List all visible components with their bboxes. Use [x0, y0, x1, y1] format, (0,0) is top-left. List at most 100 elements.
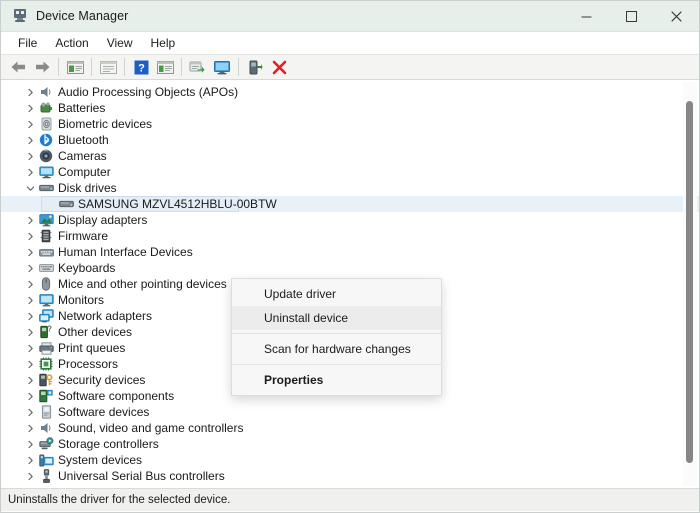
tree-item-human-interface-devices[interactable]: Human Interface Devices	[1, 244, 699, 260]
uninstall-device-button[interactable]	[267, 56, 291, 78]
chevron-down-icon[interactable]	[23, 184, 37, 193]
tree-item-audio-processing-objects-apos[interactable]: Audio Processing Objects (APOs)	[1, 84, 699, 100]
menu-view[interactable]: View	[98, 34, 142, 53]
enable-device-button[interactable]	[243, 56, 267, 78]
back-button[interactable]	[6, 56, 30, 78]
tree-item-bluetooth[interactable]: Bluetooth	[1, 132, 699, 148]
device-manager-window: Device Manager File Action View Help ? A…	[0, 0, 700, 513]
chevron-right-icon[interactable]	[23, 424, 37, 433]
chevron-right-icon[interactable]	[23, 152, 37, 161]
tree-item-disk-drives[interactable]: Disk drives	[1, 180, 699, 196]
disk-drive-icon	[57, 196, 75, 212]
chevron-right-icon[interactable]	[23, 136, 37, 145]
chevron-right-icon[interactable]	[23, 440, 37, 449]
chevron-right-icon[interactable]	[23, 248, 37, 257]
tree-item-label: Universal Serial Bus controllers	[58, 469, 225, 483]
tree-item-display-adapters[interactable]: Display adapters	[1, 212, 699, 228]
menu-file[interactable]: File	[9, 34, 46, 53]
computer-icon	[37, 164, 55, 180]
chevron-right-icon[interactable]	[23, 168, 37, 177]
tree-item-label: Print queues	[58, 341, 126, 355]
svg-text:?: ?	[47, 325, 52, 333]
toolbar-separator	[58, 58, 59, 76]
tree-item-software-devices[interactable]: Software devices	[1, 404, 699, 420]
vertical-scrollbar[interactable]	[683, 82, 697, 486]
scan-hardware-changes-button[interactable]	[210, 56, 234, 78]
fingerprint-icon	[37, 116, 55, 132]
hid-icon	[37, 244, 55, 260]
tree-item-label: Processors	[58, 357, 119, 371]
tree-item-samsung-mzvl4512hblu-00btw[interactable]: SAMSUNG MZVL4512HBLU-00BTW	[1, 196, 699, 212]
question-mark-icon: ?	[134, 60, 148, 74]
forward-button[interactable]	[30, 56, 54, 78]
update-driver-icon	[189, 61, 205, 73]
chevron-right-icon[interactable]	[23, 104, 37, 113]
context-menu-separator	[232, 364, 441, 365]
toolbar-separator	[124, 58, 125, 76]
tree-item-label: Software devices	[58, 405, 150, 419]
show-hide-console-tree-button[interactable]	[63, 56, 87, 78]
right-arrow-icon	[35, 61, 49, 73]
properties-button[interactable]	[96, 56, 120, 78]
storage-controller-icon	[37, 436, 55, 452]
tree-item-keyboards[interactable]: Keyboards	[1, 260, 699, 276]
toolbar: ?	[1, 54, 699, 80]
chevron-right-icon[interactable]	[23, 408, 37, 417]
context-menu-item-properties[interactable]: Properties	[232, 368, 441, 392]
tree-item-cameras[interactable]: Cameras	[1, 148, 699, 164]
maximize-icon	[626, 11, 637, 22]
context-menu-item-update-driver[interactable]: Update driver	[232, 282, 441, 306]
software-device-icon	[37, 404, 55, 420]
left-arrow-icon	[11, 61, 25, 73]
tree-item-label: Biometric devices	[58, 117, 153, 131]
menu-help[interactable]: Help	[142, 34, 185, 53]
chevron-right-icon[interactable]	[23, 328, 37, 337]
help-button[interactable]: ?	[129, 56, 153, 78]
context-menu-item-uninstall-device[interactable]: Uninstall device	[232, 306, 441, 330]
chevron-right-icon[interactable]	[23, 296, 37, 305]
tree-item-computer[interactable]: Computer	[1, 164, 699, 180]
tree-item-storage-controllers[interactable]: Storage controllers	[1, 436, 699, 452]
close-button[interactable]	[654, 1, 699, 32]
chevron-right-icon[interactable]	[23, 232, 37, 241]
chevron-right-icon[interactable]	[23, 264, 37, 273]
chevron-right-icon[interactable]	[23, 280, 37, 289]
security-device-icon	[37, 372, 55, 388]
title-bar: Device Manager	[1, 1, 699, 32]
other-device-icon: ?	[37, 324, 55, 340]
tree-item-universal-serial-bus-controllers[interactable]: Universal Serial Bus controllers	[1, 468, 699, 484]
menu-action[interactable]: Action	[46, 34, 97, 53]
tree-item-sound-video-and-game-controllers[interactable]: Sound, video and game controllers	[1, 420, 699, 436]
chevron-right-icon[interactable]	[23, 344, 37, 353]
tree-item-label: Cameras	[58, 149, 107, 163]
tree-item-label: Other devices	[58, 325, 133, 339]
tree-item-label: Batteries	[58, 101, 106, 115]
scrollbar-thumb[interactable]	[686, 101, 693, 463]
tree-item-label: Software components	[58, 389, 175, 403]
status-text: Uninstalls the driver for the selected d…	[8, 494, 231, 506]
network-adapter-icon	[37, 308, 55, 324]
chevron-right-icon[interactable]	[23, 120, 37, 129]
tree-item-biometric-devices[interactable]: Biometric devices	[1, 116, 699, 132]
chevron-right-icon[interactable]	[23, 360, 37, 369]
show-window-button[interactable]	[153, 56, 177, 78]
tree-item-label: Disk drives	[58, 181, 117, 195]
maximize-button[interactable]	[609, 1, 654, 32]
context-menu-item-scan-for-hardware-changes[interactable]: Scan for hardware changes	[232, 337, 441, 361]
console-tree-icon	[66, 60, 84, 74]
chevron-right-icon[interactable]	[23, 472, 37, 481]
tree-item-label: Display adapters	[58, 213, 148, 227]
tree-item-batteries[interactable]: Batteries	[1, 100, 699, 116]
keyboard-icon	[37, 260, 55, 276]
chevron-right-icon[interactable]	[23, 216, 37, 225]
device-tree-panel: Audio Processing Objects (APOs) Batteries…	[1, 80, 699, 488]
chevron-right-icon[interactable]	[23, 376, 37, 385]
chevron-right-icon[interactable]	[23, 392, 37, 401]
tree-item-firmware[interactable]: Firmware	[1, 228, 699, 244]
update-driver-button[interactable]	[186, 56, 210, 78]
chevron-right-icon[interactable]	[23, 456, 37, 465]
chevron-right-icon[interactable]	[23, 312, 37, 321]
tree-item-system-devices[interactable]: System devices	[1, 452, 699, 468]
chevron-right-icon[interactable]	[23, 88, 37, 97]
minimize-button[interactable]	[564, 1, 609, 32]
